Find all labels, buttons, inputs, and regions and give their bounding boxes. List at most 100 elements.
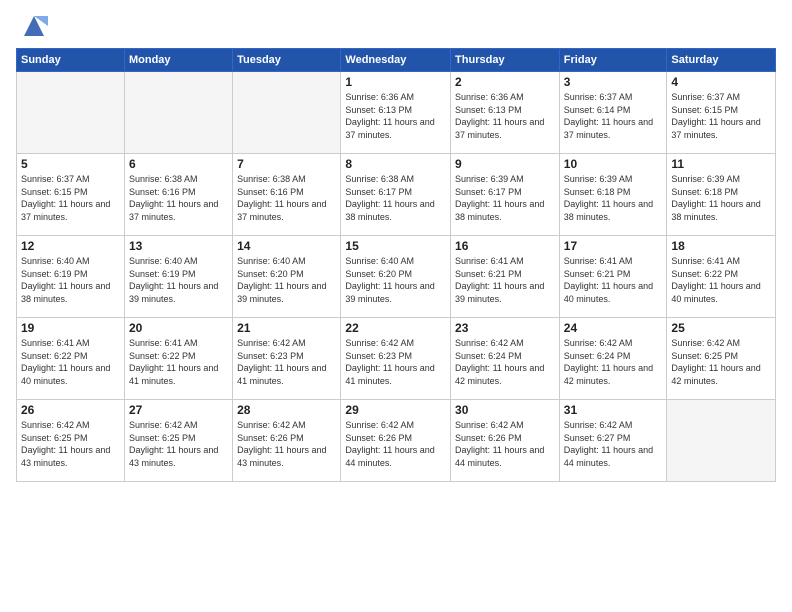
day-info: Sunrise: 6:40 AM Sunset: 6:19 PM Dayligh… [129,255,228,305]
day-number: 31 [564,403,663,417]
calendar-cell: 17Sunrise: 6:41 AM Sunset: 6:21 PM Dayli… [559,236,667,318]
calendar-cell: 27Sunrise: 6:42 AM Sunset: 6:25 PM Dayli… [124,400,232,482]
day-header-saturday: Saturday [667,49,776,72]
calendar-cell: 11 Sunrise: 6:39 AM Sunset: 6:18 PM Dayli… [667,154,776,236]
logo [16,12,48,40]
day-number: 8 [345,157,446,171]
day-info: Sunrise: 6:41 AM Sunset: 6:22 PM Dayligh… [129,337,228,387]
calendar-cell: 12 Sunrise: 6:40 AM Sunset: 6:19 PM Dayli… [17,236,125,318]
calendar-cell: 30 Sunrise: 6:42 AM Sunset: 6:26 PM Dayli… [451,400,560,482]
day-info: Sunrise: 6:40 AM Sunset: 6:19 PM Dayligh… [21,255,120,305]
day-info: Sunrise: 6:39 AM Sunset: 6:18 PM Dayligh… [564,173,663,223]
calendar-cell: 26 Sunrise: 6:42 AM Sunset: 6:25 PM Dayli… [17,400,125,482]
calendar-cell: 14 Sunrise: 6:40 AM Sunset: 6:20 PM Dayli… [233,236,341,318]
day-number: 9 [455,157,555,171]
logo-icon [20,12,48,40]
calendar-cell: 6 Sunrise: 6:38 AM Sunset: 6:16 PM Daylig… [124,154,232,236]
day-number: 13 [129,239,228,253]
week-row-4: 19Sunrise: 6:41 AM Sunset: 6:22 PM Dayli… [17,318,776,400]
day-info: Sunrise: 6:42 AM Sunset: 6:25 PM Dayligh… [671,337,771,387]
day-number: 26 [21,403,120,417]
day-info: Sunrise: 6:42 AM Sunset: 6:24 PM Dayligh… [455,337,555,387]
day-info: Sunrise: 6:42 AM Sunset: 6:24 PM Dayligh… [564,337,663,387]
calendar-table: SundayMondayTuesdayWednesdayThursdayFrid… [16,48,776,482]
day-number: 4 [671,75,771,89]
day-number: 30 [455,403,555,417]
calendar-cell [17,72,125,154]
day-info: Sunrise: 6:37 AM Sunset: 6:15 PM Dayligh… [21,173,120,223]
day-number: 5 [21,157,120,171]
week-row-3: 12 Sunrise: 6:40 AM Sunset: 6:19 PM Dayli… [17,236,776,318]
day-info: Sunrise: 6:42 AM Sunset: 6:25 PM Dayligh… [21,419,120,469]
day-info: Sunrise: 6:37 AM Sunset: 6:15 PM Dayligh… [671,91,771,141]
day-number: 15 [345,239,446,253]
calendar-cell: 4 Sunrise: 6:37 AM Sunset: 6:15 PM Daylig… [667,72,776,154]
day-info: Sunrise: 6:41 AM Sunset: 6:21 PM Dayligh… [455,255,555,305]
day-number: 21 [237,321,336,335]
calendar-cell: 16Sunrise: 6:41 AM Sunset: 6:21 PM Dayli… [451,236,560,318]
day-info: Sunrise: 6:42 AM Sunset: 6:27 PM Dayligh… [564,419,663,469]
calendar-cell [124,72,232,154]
calendar-cell [667,400,776,482]
calendar-cell: 13 Sunrise: 6:40 AM Sunset: 6:19 PM Dayli… [124,236,232,318]
day-info: Sunrise: 6:41 AM Sunset: 6:22 PM Dayligh… [671,255,771,305]
day-header-thursday: Thursday [451,49,560,72]
calendar-cell: 3 Sunrise: 6:37 AM Sunset: 6:14 PM Daylig… [559,72,667,154]
day-header-sunday: Sunday [17,49,125,72]
day-info: Sunrise: 6:38 AM Sunset: 6:16 PM Dayligh… [129,173,228,223]
day-number: 22 [345,321,446,335]
calendar-cell: 28 Sunrise: 6:42 AM Sunset: 6:26 PM Dayli… [233,400,341,482]
calendar-cell: 2 Sunrise: 6:36 AM Sunset: 6:13 PM Daylig… [451,72,560,154]
week-row-5: 26 Sunrise: 6:42 AM Sunset: 6:25 PM Dayli… [17,400,776,482]
day-number: 10 [564,157,663,171]
day-info: Sunrise: 6:39 AM Sunset: 6:17 PM Dayligh… [455,173,555,223]
day-info: Sunrise: 6:39 AM Sunset: 6:18 PM Dayligh… [671,173,771,223]
calendar-cell: 10 Sunrise: 6:39 AM Sunset: 6:18 PM Dayli… [559,154,667,236]
day-number: 7 [237,157,336,171]
day-info: Sunrise: 6:37 AM Sunset: 6:14 PM Dayligh… [564,91,663,141]
calendar-cell: 9 Sunrise: 6:39 AM Sunset: 6:17 PM Daylig… [451,154,560,236]
day-info: Sunrise: 6:42 AM Sunset: 6:26 PM Dayligh… [455,419,555,469]
calendar-cell: 7 Sunrise: 6:38 AM Sunset: 6:16 PM Daylig… [233,154,341,236]
page: SundayMondayTuesdayWednesdayThursdayFrid… [0,0,792,612]
header [16,12,776,40]
day-number: 28 [237,403,336,417]
day-number: 24 [564,321,663,335]
day-info: Sunrise: 6:38 AM Sunset: 6:17 PM Dayligh… [345,173,446,223]
day-number: 3 [564,75,663,89]
day-number: 29 [345,403,446,417]
calendar-cell: 25 Sunrise: 6:42 AM Sunset: 6:25 PM Dayli… [667,318,776,400]
calendar-cell: 22 Sunrise: 6:42 AM Sunset: 6:23 PM Dayli… [341,318,451,400]
day-number: 1 [345,75,446,89]
day-info: Sunrise: 6:42 AM Sunset: 6:26 PM Dayligh… [345,419,446,469]
day-number: 18 [671,239,771,253]
day-info: Sunrise: 6:42 AM Sunset: 6:26 PM Dayligh… [237,419,336,469]
day-number: 14 [237,239,336,253]
day-number: 11 [671,157,771,171]
day-info: Sunrise: 6:42 AM Sunset: 6:23 PM Dayligh… [345,337,446,387]
calendar-cell: 20 Sunrise: 6:41 AM Sunset: 6:22 PM Dayli… [124,318,232,400]
day-info: Sunrise: 6:41 AM Sunset: 6:22 PM Dayligh… [21,337,120,387]
calendar-cell: 29 Sunrise: 6:42 AM Sunset: 6:26 PM Dayli… [341,400,451,482]
calendar-cell: 21 Sunrise: 6:42 AM Sunset: 6:23 PM Dayli… [233,318,341,400]
day-info: Sunrise: 6:36 AM Sunset: 6:13 PM Dayligh… [455,91,555,141]
day-info: Sunrise: 6:42 AM Sunset: 6:23 PM Dayligh… [237,337,336,387]
day-info: Sunrise: 6:36 AM Sunset: 6:13 PM Dayligh… [345,91,446,141]
day-info: Sunrise: 6:40 AM Sunset: 6:20 PM Dayligh… [237,255,336,305]
day-number: 2 [455,75,555,89]
day-header-monday: Monday [124,49,232,72]
day-number: 20 [129,321,228,335]
day-number: 25 [671,321,771,335]
day-info: Sunrise: 6:40 AM Sunset: 6:20 PM Dayligh… [345,255,446,305]
calendar-cell [233,72,341,154]
day-number: 27 [129,403,228,417]
day-number: 23 [455,321,555,335]
day-number: 6 [129,157,228,171]
calendar-cell: 8 Sunrise: 6:38 AM Sunset: 6:17 PM Daylig… [341,154,451,236]
day-number: 17 [564,239,663,253]
day-header-friday: Friday [559,49,667,72]
day-info: Sunrise: 6:38 AM Sunset: 6:16 PM Dayligh… [237,173,336,223]
day-header-wednesday: Wednesday [341,49,451,72]
day-number: 12 [21,239,120,253]
calendar-cell: 24 Sunrise: 6:42 AM Sunset: 6:24 PM Dayli… [559,318,667,400]
